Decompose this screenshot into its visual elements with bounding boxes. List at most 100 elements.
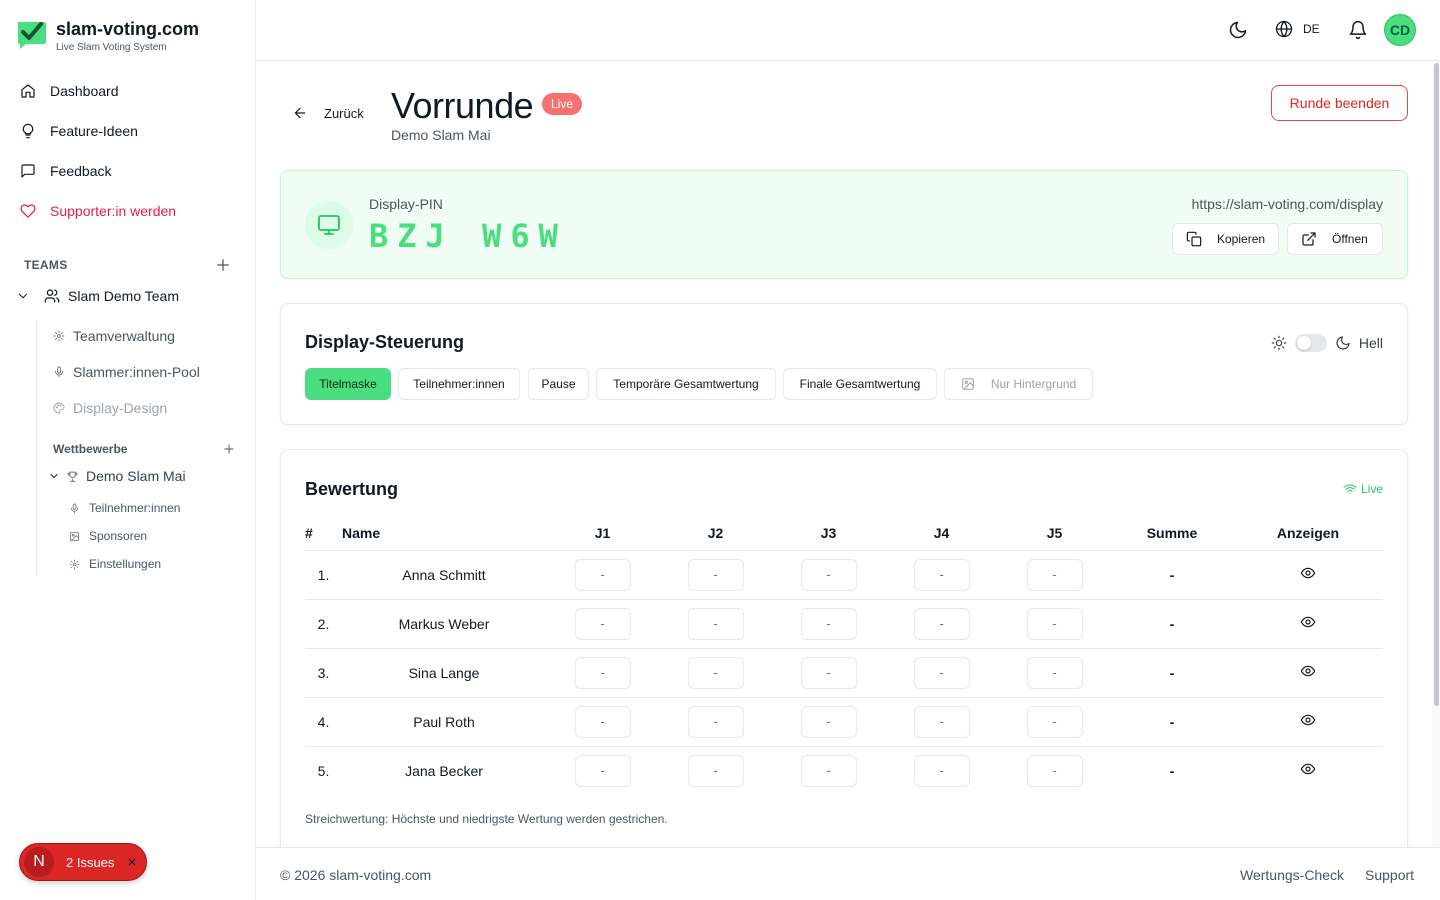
- sidebar-item-label: Sponsoren: [89, 529, 148, 543]
- score-cell: -: [546, 697, 659, 747]
- score-input-j3[interactable]: -: [800, 705, 857, 738]
- footer-link-support[interactable]: Support: [1365, 867, 1414, 883]
- arrow-left-icon: [294, 107, 306, 119]
- show-cell: [1233, 648, 1383, 698]
- theme-switch[interactable]: [1294, 334, 1327, 352]
- eye-icon[interactable]: [1300, 565, 1316, 581]
- nav-dashboard[interactable]: Dashboard: [20, 79, 119, 103]
- live-indicator-label: Live: [1360, 482, 1383, 496]
- score-input-j5[interactable]: -: [1026, 558, 1083, 591]
- sidebar-item-teilnehmer[interactable]: Teilnehmer:innen: [69, 501, 180, 515]
- score-input-j2[interactable]: -: [687, 754, 744, 787]
- score-input-j1[interactable]: -: [574, 607, 631, 640]
- brand[interactable]: slam-voting.com Live Slam Voting System: [16, 18, 199, 54]
- nav-supporter[interactable]: Supporter:in werden: [20, 199, 176, 223]
- eye-icon[interactable]: [1300, 614, 1316, 630]
- mode-temp-total-button[interactable]: Temporäre Gesamtwertung: [596, 368, 776, 400]
- scoring-table: # Name J1 J2 J3 J4 J5 Summe Anzeigen 1. A…: [305, 516, 1383, 795]
- copy-button[interactable]: Kopieren: [1172, 223, 1279, 255]
- score-input-j1[interactable]: -: [574, 705, 631, 738]
- end-round-button[interactable]: Runde beenden: [1271, 85, 1408, 121]
- score-input-j3[interactable]: -: [800, 607, 857, 640]
- score-input-j5[interactable]: -: [1026, 607, 1083, 640]
- sidebar-item-sponsoren[interactable]: Sponsoren: [69, 529, 147, 543]
- bell-icon[interactable]: [1348, 20, 1368, 40]
- participant-name: Anna Schmitt: [342, 550, 546, 600]
- sidebar-item-slammer-pool[interactable]: Slammer:innen-Pool: [53, 364, 200, 380]
- chevron-down-icon[interactable]: [16, 289, 30, 303]
- score-input-j5[interactable]: -: [1026, 754, 1083, 787]
- score-input-j3[interactable]: -: [800, 558, 857, 591]
- col-header-show: Anzeigen: [1233, 516, 1383, 551]
- footer-link-wertungs-check[interactable]: Wertungs-Check: [1240, 867, 1344, 883]
- scrollbar-thumb[interactable]: [1434, 63, 1439, 706]
- nav-supporter-label: Supporter:in werden: [50, 203, 177, 219]
- team-slam-demo[interactable]: Slam Demo Team: [16, 288, 179, 304]
- avatar[interactable]: CD: [1384, 14, 1416, 46]
- score-input-j5[interactable]: -: [1026, 656, 1083, 689]
- participant-name: Paul Roth: [342, 697, 546, 747]
- mode-background-only-button[interactable]: Nur Hintergrund: [944, 368, 1093, 400]
- open-button[interactable]: Öffnen: [1287, 223, 1383, 255]
- score-cell: -: [659, 550, 772, 600]
- eye-icon[interactable]: [1300, 712, 1316, 728]
- mode-titelmaske-button[interactable]: Titelmaske: [305, 368, 391, 400]
- score-input-j4[interactable]: -: [913, 754, 970, 787]
- moon-icon[interactable]: [1228, 20, 1248, 40]
- score-cell: -: [885, 697, 998, 747]
- score-input-j3[interactable]: -: [800, 754, 857, 787]
- display-pin-card: Display-PIN BZJ W6W https://slam-voting.…: [280, 170, 1408, 279]
- add-competition-plus-icon[interactable]: [222, 442, 236, 456]
- scoring-card: Bewertung Live # Name J1 J2 J3 J4 J5 Sum…: [280, 449, 1408, 859]
- copy-icon: [1186, 231, 1202, 247]
- score-input-j2[interactable]: -: [687, 705, 744, 738]
- score-input-j1[interactable]: -: [574, 754, 631, 787]
- score-input-j3[interactable]: -: [800, 656, 857, 689]
- sum-value: -: [1111, 648, 1233, 698]
- eye-icon[interactable]: [1300, 663, 1316, 679]
- score-cell: -: [998, 697, 1111, 747]
- show-cell: [1233, 599, 1383, 649]
- show-cell: [1233, 550, 1383, 600]
- score-input-j2[interactable]: -: [687, 656, 744, 689]
- nav-feature-ideas-label: Feature-Ideen: [50, 123, 138, 139]
- eye-icon[interactable]: [1300, 761, 1316, 777]
- score-input-j4[interactable]: -: [913, 558, 970, 591]
- score-input-j2[interactable]: -: [687, 607, 744, 640]
- sidebar-item-einstellungen[interactable]: Einstellungen: [69, 557, 161, 571]
- chevron-down-icon[interactable]: [48, 470, 60, 482]
- language-switcher[interactable]: DE: [1275, 20, 1320, 38]
- score-input-j4[interactable]: -: [913, 607, 970, 640]
- score-input-j1[interactable]: -: [574, 656, 631, 689]
- add-team-plus-icon[interactable]: [214, 256, 232, 274]
- pin-code: BZJ W6W: [369, 217, 567, 255]
- nav-feature-ideas[interactable]: Feature-Ideen: [20, 119, 138, 143]
- footer-copyright: © 2026 slam-voting.com: [280, 867, 432, 883]
- nav-feedback[interactable]: Feedback: [20, 159, 111, 183]
- mode-teilnehmer-button[interactable]: Teilnehmer:innen: [398, 368, 520, 400]
- score-input-j5[interactable]: -: [1026, 705, 1083, 738]
- sidebar-item-display-design[interactable]: Display-Design: [53, 400, 167, 416]
- sidebar-item-teamverwaltung[interactable]: Teamverwaltung: [53, 328, 175, 344]
- score-input-j2[interactable]: -: [687, 558, 744, 591]
- score-input-j4[interactable]: -: [913, 656, 970, 689]
- back-button[interactable]: Zurück: [292, 105, 364, 121]
- score-cell: -: [772, 648, 885, 698]
- issues-badge[interactable]: N 2 Issues: [19, 843, 147, 881]
- table-row: 1. Anna Schmitt - - - - - -: [305, 550, 1383, 600]
- score-input-j4[interactable]: -: [913, 705, 970, 738]
- score-input-j1[interactable]: -: [574, 558, 631, 591]
- close-icon[interactable]: [126, 856, 138, 868]
- open-label: Öffnen: [1332, 232, 1368, 246]
- row-number: 4.: [305, 697, 342, 747]
- competition-name: Demo Slam Mai: [86, 468, 186, 484]
- score-cell: -: [772, 697, 885, 747]
- competition-demo-slam[interactable]: Demo Slam Mai: [48, 468, 186, 484]
- mode-pause-button[interactable]: Pause: [528, 368, 589, 400]
- mode-background-only-label: Nur Hintergrund: [990, 377, 1077, 391]
- theme-label: Hell: [1358, 335, 1383, 351]
- mode-final-total-button[interactable]: Finale Gesamtwertung: [783, 368, 937, 400]
- col-header-num: #: [305, 516, 342, 551]
- col-header-j2: J2: [659, 516, 772, 551]
- brand-tagline: Live Slam Voting System: [56, 42, 167, 53]
